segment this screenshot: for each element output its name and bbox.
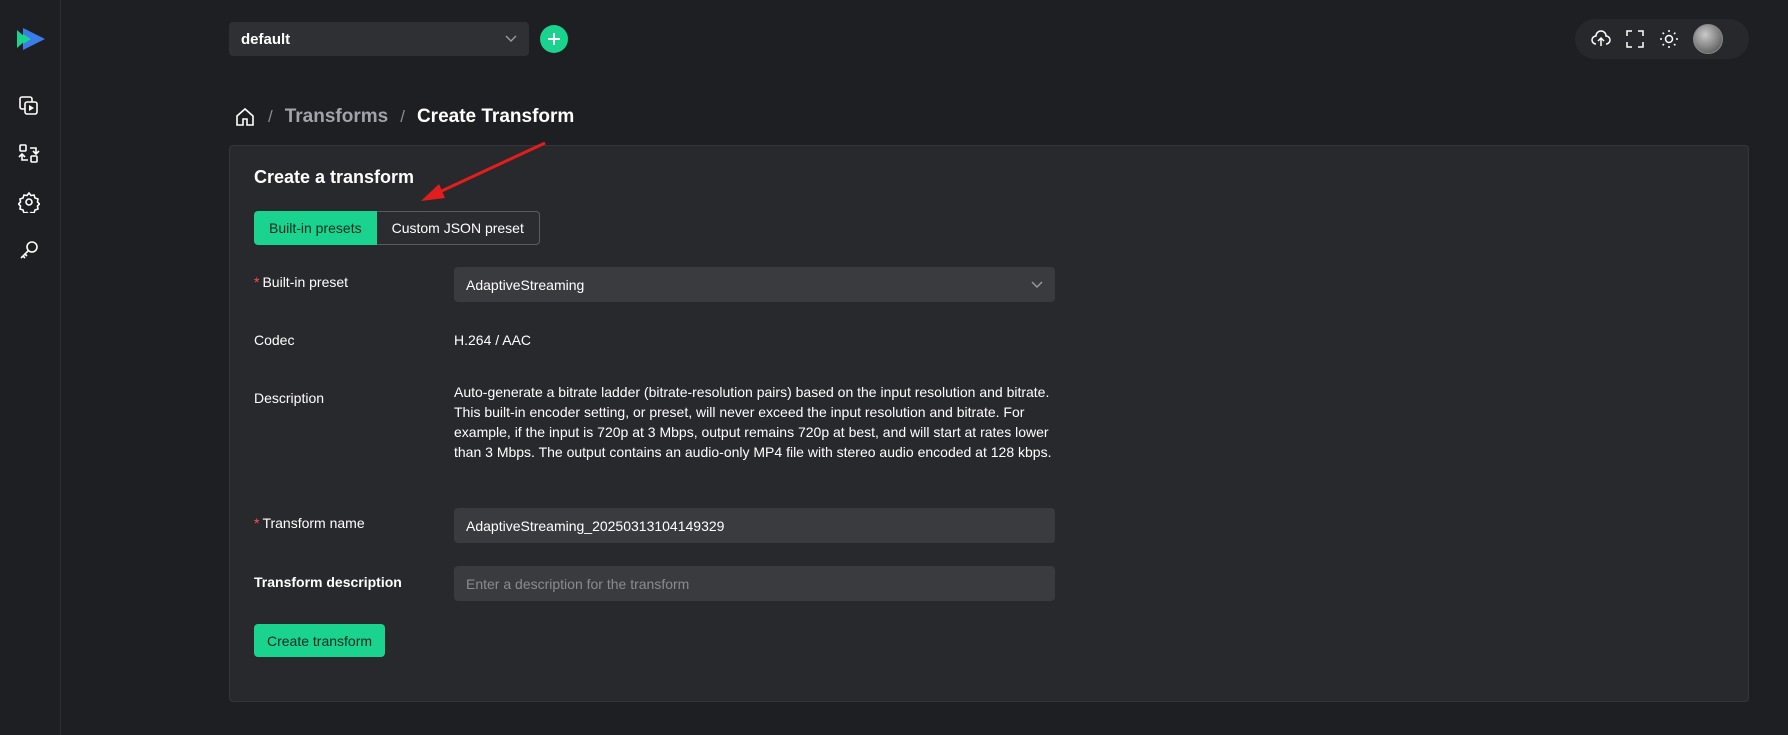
chevron-down-icon <box>505 35 517 42</box>
breadcrumb-transforms-link[interactable]: Transforms <box>285 106 388 128</box>
transform-name-label-text: Transform name <box>262 515 365 531</box>
logo-play-icon[interactable] <box>17 28 45 50</box>
transform-name-label: * Transform name <box>254 515 365 531</box>
built-in-preset-label: * Built-in preset <box>254 274 348 290</box>
transforms-icon[interactable] <box>17 142 41 166</box>
media-library-icon[interactable] <box>17 94 41 118</box>
chevron-down-icon <box>1031 281 1043 288</box>
plus-icon <box>548 33 560 45</box>
description-label: Description <box>254 390 325 406</box>
transform-name-input[interactable] <box>466 517 1043 534</box>
transform-description-input[interactable] <box>466 575 1043 592</box>
description-value: Auto-generate a bitrate ladder (bitrate-… <box>454 384 1052 460</box>
codec-label: Codec <box>254 332 295 348</box>
create-transform-card: Create a transform Built-in presets Cust… <box>229 145 1749 702</box>
built-in-preset-value: AdaptiveStreaming <box>466 276 585 293</box>
theme-sun-icon[interactable] <box>1659 29 1679 49</box>
transform-name-field <box>454 508 1055 543</box>
breadcrumb-separator: / <box>400 107 405 126</box>
transform-description-field <box>454 566 1055 601</box>
breadcrumb-current: Create Transform <box>416 106 575 127</box>
tab-custom-json-preset[interactable]: Custom JSON preset <box>376 211 540 245</box>
account-select[interactable]: default <box>229 22 529 56</box>
breadcrumb-separator: / <box>268 107 273 126</box>
add-account-button[interactable] <box>540 25 568 53</box>
create-transform-button[interactable]: Create transform <box>254 624 386 657</box>
transform-description-label: Transform description <box>254 574 402 590</box>
required-marker: * <box>254 515 260 531</box>
avatar[interactable] <box>1693 24 1723 54</box>
home-icon[interactable] <box>234 106 256 128</box>
annotation-arrow-icon <box>421 141 546 201</box>
account-select-value: default <box>241 30 291 48</box>
sidebar <box>0 0 61 735</box>
card-title: Create a transform <box>254 167 415 187</box>
codec-value: H.264 / AAC <box>454 332 532 348</box>
fullscreen-icon[interactable] <box>1625 29 1645 49</box>
top-right-toolbar <box>1575 19 1749 59</box>
upload-cloud-icon[interactable] <box>1591 29 1611 49</box>
key-icon[interactable] <box>17 238 41 262</box>
preset-mode-tabs: Built-in presets Custom JSON preset <box>254 211 540 245</box>
built-in-preset-label-text: Built-in preset <box>262 274 349 290</box>
breadcrumb: / Transforms / Create Transform <box>234 104 574 130</box>
tab-built-in-presets[interactable]: Built-in presets <box>254 211 377 245</box>
required-marker: * <box>254 274 260 290</box>
built-in-preset-select[interactable]: AdaptiveStreaming <box>454 267 1055 302</box>
settings-gear-icon[interactable] <box>17 190 41 214</box>
